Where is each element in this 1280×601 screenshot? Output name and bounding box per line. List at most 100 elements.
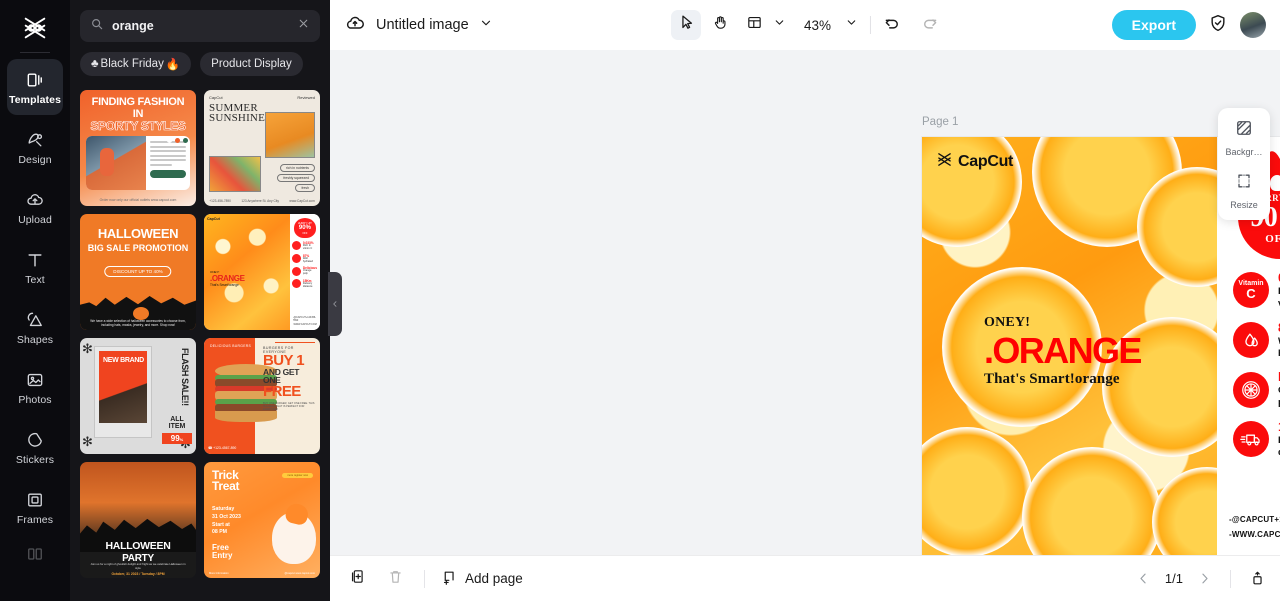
undo-icon[interactable] [883,14,901,37]
collapse-panel-handle[interactable] [328,272,342,336]
frames-icon [24,489,46,511]
template-card[interactable]: HALLOWEEN BIG SALE PROMOTION DISCOUNT UP… [80,214,196,330]
duplicate-page-button[interactable] [344,566,370,592]
stickers-icon [24,429,46,451]
chip-black-friday[interactable]: ♣ Black Friday 🔥 [80,52,192,76]
toolbar-divider [424,569,425,588]
add-page-button[interactable]: Add page [441,569,523,589]
thumb-title: HALLOWEEN [97,226,179,241]
background-label: Backgr… [1225,147,1263,157]
close-icon[interactable] [297,17,310,35]
chevron-down-icon[interactable] [773,16,786,34]
headline-tagline: That's Smart!orange [984,370,1120,387]
thumb-info: Saturday 31 Oct 2023 Start at 08 PM [212,506,241,536]
document-title[interactable]: Untitled image [376,17,469,33]
sidebar-item-design[interactable]: Design [7,119,63,175]
resize-button[interactable]: Resize [1230,171,1258,210]
page-label: Page 1 [922,116,959,128]
feature-row: 15Km Delivery distance [1233,419,1280,459]
artboard-brand: CapCut [936,151,1013,173]
trash-icon [387,568,404,590]
thumb-pill: more register now [282,473,313,478]
sidebar-item-upload[interactable]: Upload [7,179,63,235]
brand-label: CapCut [958,153,1014,170]
duplicate-page-icon [349,568,366,590]
template-results-grid[interactable]: FINDING FASHION IN SPORTY STYLES Order n… [80,82,320,601]
next-page-button[interactable] [1197,571,1212,586]
sidebar-item-templates[interactable]: Templates [7,59,63,115]
add-page-label: Add page [465,571,523,586]
sidebar-item-label: Stickers [15,453,55,466]
resize-label: Resize [1230,200,1258,210]
thumb-desc: Join us for a night of ghoulish delight … [90,562,186,571]
page-indicator: 1/1 [1164,571,1183,586]
search-icon [90,17,104,36]
template-card-selected[interactable]: CapCut ONEY! .ORANGE That's Smart!orange… [204,214,320,330]
template-card[interactable]: HALLOWEEN PARTY Join us for a night of g… [80,462,196,578]
promo-off-text: OFF [1265,233,1280,245]
template-card[interactable]: FINDING FASHION IN SPORTY STYLES Order n… [80,90,196,206]
editor-toolbar: Untitled image 43% Export [330,0,1280,50]
hand-pan-tool[interactable] [705,10,735,40]
thumb-art [86,136,190,191]
template-card[interactable]: DELICIOUS BURGERS ☎ +123-4567-890 BURGER… [204,338,320,454]
design-photo-panel[interactable]: CapCut ONEY! .ORANGE That's Smart!orange [922,137,1217,555]
cursor-select-tool[interactable] [670,10,701,40]
sidebar-item-text[interactable]: Text [7,239,63,295]
thumb-footer: Order now only our official outlets www.… [99,198,177,202]
thumb-footer: More Information @capcut www.capcut.com [209,572,315,575]
canvas-area[interactable]: Page 1 CapCut ONEY! .ORANGE That's Smart… [330,50,1280,555]
sidebar-item-shapes[interactable]: Shapes [7,299,63,355]
sidebar-item-frames[interactable]: Frames [7,479,63,535]
thumb-subtitle: BIG SALE PROMOTION [87,243,189,253]
prev-page-button[interactable] [1136,571,1151,586]
sidebar-item-label: Photos [18,393,52,406]
water-drop-icon [1233,322,1269,359]
toolbar-divider [1230,569,1231,588]
zoom-level[interactable]: 43% [802,18,833,33]
sidebar-item-label: Upload [18,213,52,226]
chip-prefix-icon: ♣ [91,58,99,70]
template-card[interactable]: ✻ ✻ ✻ NEW BRAND FLASH SALE!! ALL ITEM 99… [80,338,196,454]
thumb-footer: We have a wide selection of halloween ac… [90,318,186,327]
thumb-discount: DISCOUNT UP TO 40% [104,266,172,277]
design-headline-group[interactable]: ONEY! .ORANGE That's Smart!orange [984,315,1142,388]
thumb-footer: +123-456-7890 123 Anywhere St. Any City ww… [209,199,315,203]
toolbar-divider [870,16,872,34]
template-card[interactable]: CapCut Reviewed SUMMER SUNSHINE ORANGE ri… [204,90,320,206]
sidebar-item-photos[interactable]: Photos [7,359,63,415]
chip-product-display[interactable]: Product Display [200,52,303,76]
delete-page-button[interactable] [382,566,408,592]
avatar[interactable] [1240,12,1266,38]
delivery-truck-icon [1233,421,1269,458]
thumb-pills: rich in nutrients freshly squeezed fresh [277,164,315,192]
search-input[interactable]: orange [112,19,289,33]
feature-row: Delicious Orange pulp [1233,369,1280,409]
contact-line-2: -WWW.CAPCUT.COM [1229,529,1280,539]
redo-icon[interactable] [921,14,939,37]
sidebar-item-stickers[interactable]: Stickers [7,419,63,475]
chevron-down-icon[interactable] [479,16,493,35]
sidebar-item-label: Frames [16,513,54,526]
background-button[interactable]: Backgr… [1225,118,1263,157]
search-box[interactable]: orange [80,10,320,42]
sidebar-item-more[interactable] [7,539,63,569]
chevron-down-icon[interactable] [845,16,858,34]
chip-label: Black Friday [100,58,164,70]
headline-kicker: ONEY! [984,315,1031,330]
cloud-save-icon[interactable] [344,12,366,39]
template-card[interactable]: Trick Treat more register now Saturday 31 … [204,462,320,578]
canvas-side-panel: Backgr… Resize [1218,108,1270,220]
rail-divider [20,52,50,53]
design-icon [24,129,46,151]
shield-check-icon[interactable] [1208,13,1228,38]
capcut-logo-icon[interactable] [15,8,55,48]
sidebar-item-label: Shapes [16,333,54,346]
thumb-subtitle: SPORTY STYLES [90,119,186,134]
export-button[interactable]: Export [1111,10,1196,40]
expand-panel-button[interactable] [1249,570,1266,587]
layout-tool[interactable] [739,10,769,40]
thumb-date: October, 31 2023 / Tuesday / 8PM [111,572,165,576]
text-icon [24,249,46,271]
headline-main: .ORANGE [984,330,1142,371]
